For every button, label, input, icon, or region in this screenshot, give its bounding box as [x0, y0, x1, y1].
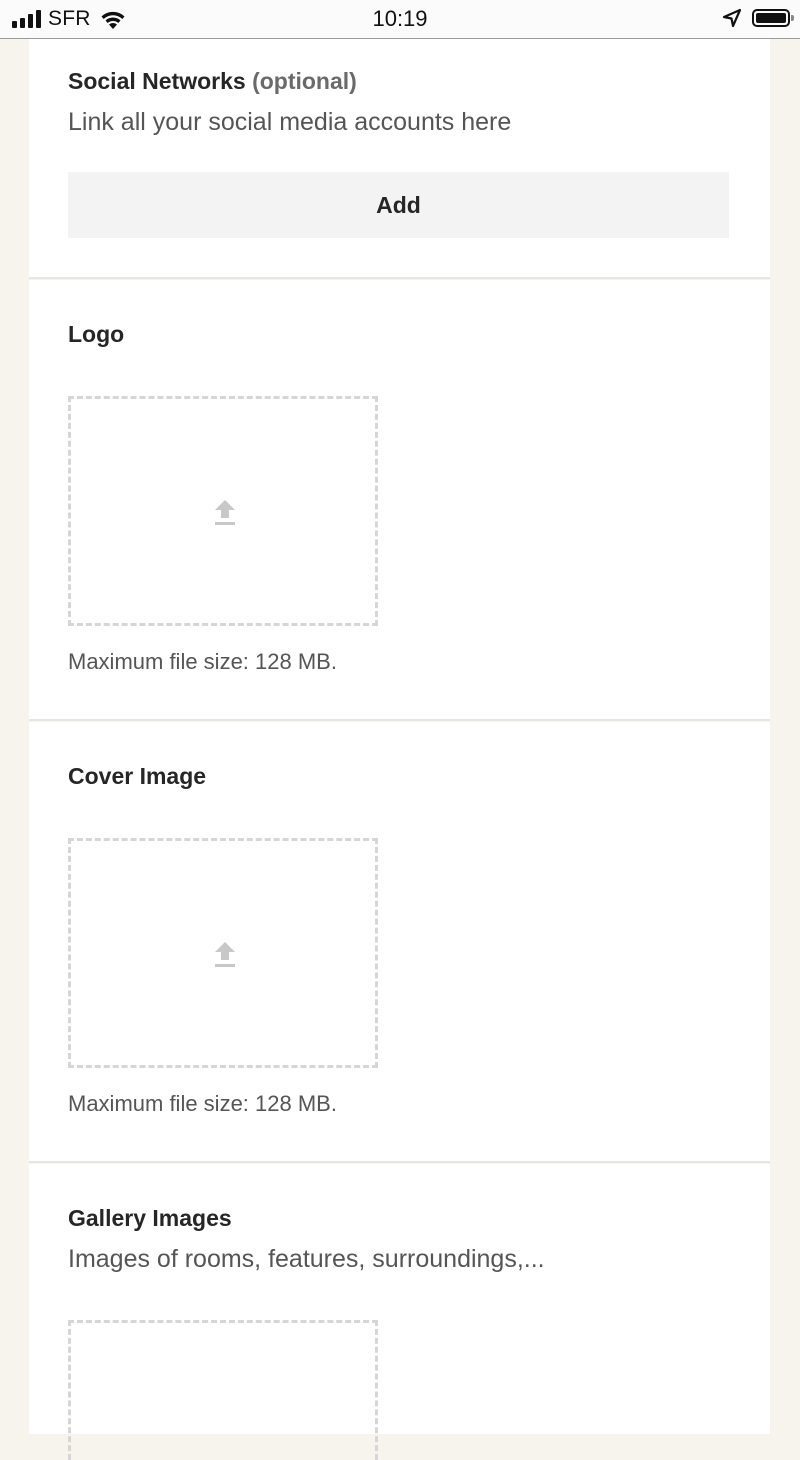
upload-icon	[215, 500, 235, 525]
gallery-upload-area[interactable]	[68, 1320, 378, 1460]
cover-image-upload-area[interactable]	[68, 838, 378, 1068]
logo-upload-area[interactable]	[68, 396, 378, 626]
gallery-images-section: Gallery Images Images of rooms, features…	[29, 1164, 770, 1460]
logo-label: Logo	[68, 321, 125, 347]
cover-image-label: Cover Image	[68, 763, 207, 789]
social-networks-label: Social Networks (optional)	[68, 68, 357, 95]
status-right	[722, 8, 794, 28]
status-bar: SFR 10:19	[0, 0, 800, 39]
social-networks-section: Social Networks (optional) Link all your…	[29, 39, 770, 279]
add-social-network-button[interactable]: Add	[68, 172, 729, 238]
cover-image-section: Cover Image Maximum file size: 128 MB.	[29, 722, 770, 1163]
optional-tag: (optional)	[252, 68, 357, 94]
location-arrow-icon	[722, 8, 742, 28]
upload-icon	[215, 942, 235, 967]
logo-file-size-note: Maximum file size: 128 MB.	[68, 649, 337, 674]
social-networks-helper: Link all your social media accounts here	[68, 108, 512, 136]
social-networks-title: Social Networks	[68, 68, 246, 94]
status-time: 10:19	[372, 6, 428, 31]
battery-icon	[752, 9, 794, 27]
gallery-images-label: Gallery Images	[68, 1205, 232, 1231]
logo-section: Logo Maximum file size: 128 MB.	[29, 280, 770, 721]
cover-image-file-size-note: Maximum file size: 128 MB.	[68, 1091, 337, 1116]
gallery-images-helper: Images of rooms, features, surroundings,…	[68, 1245, 545, 1273]
